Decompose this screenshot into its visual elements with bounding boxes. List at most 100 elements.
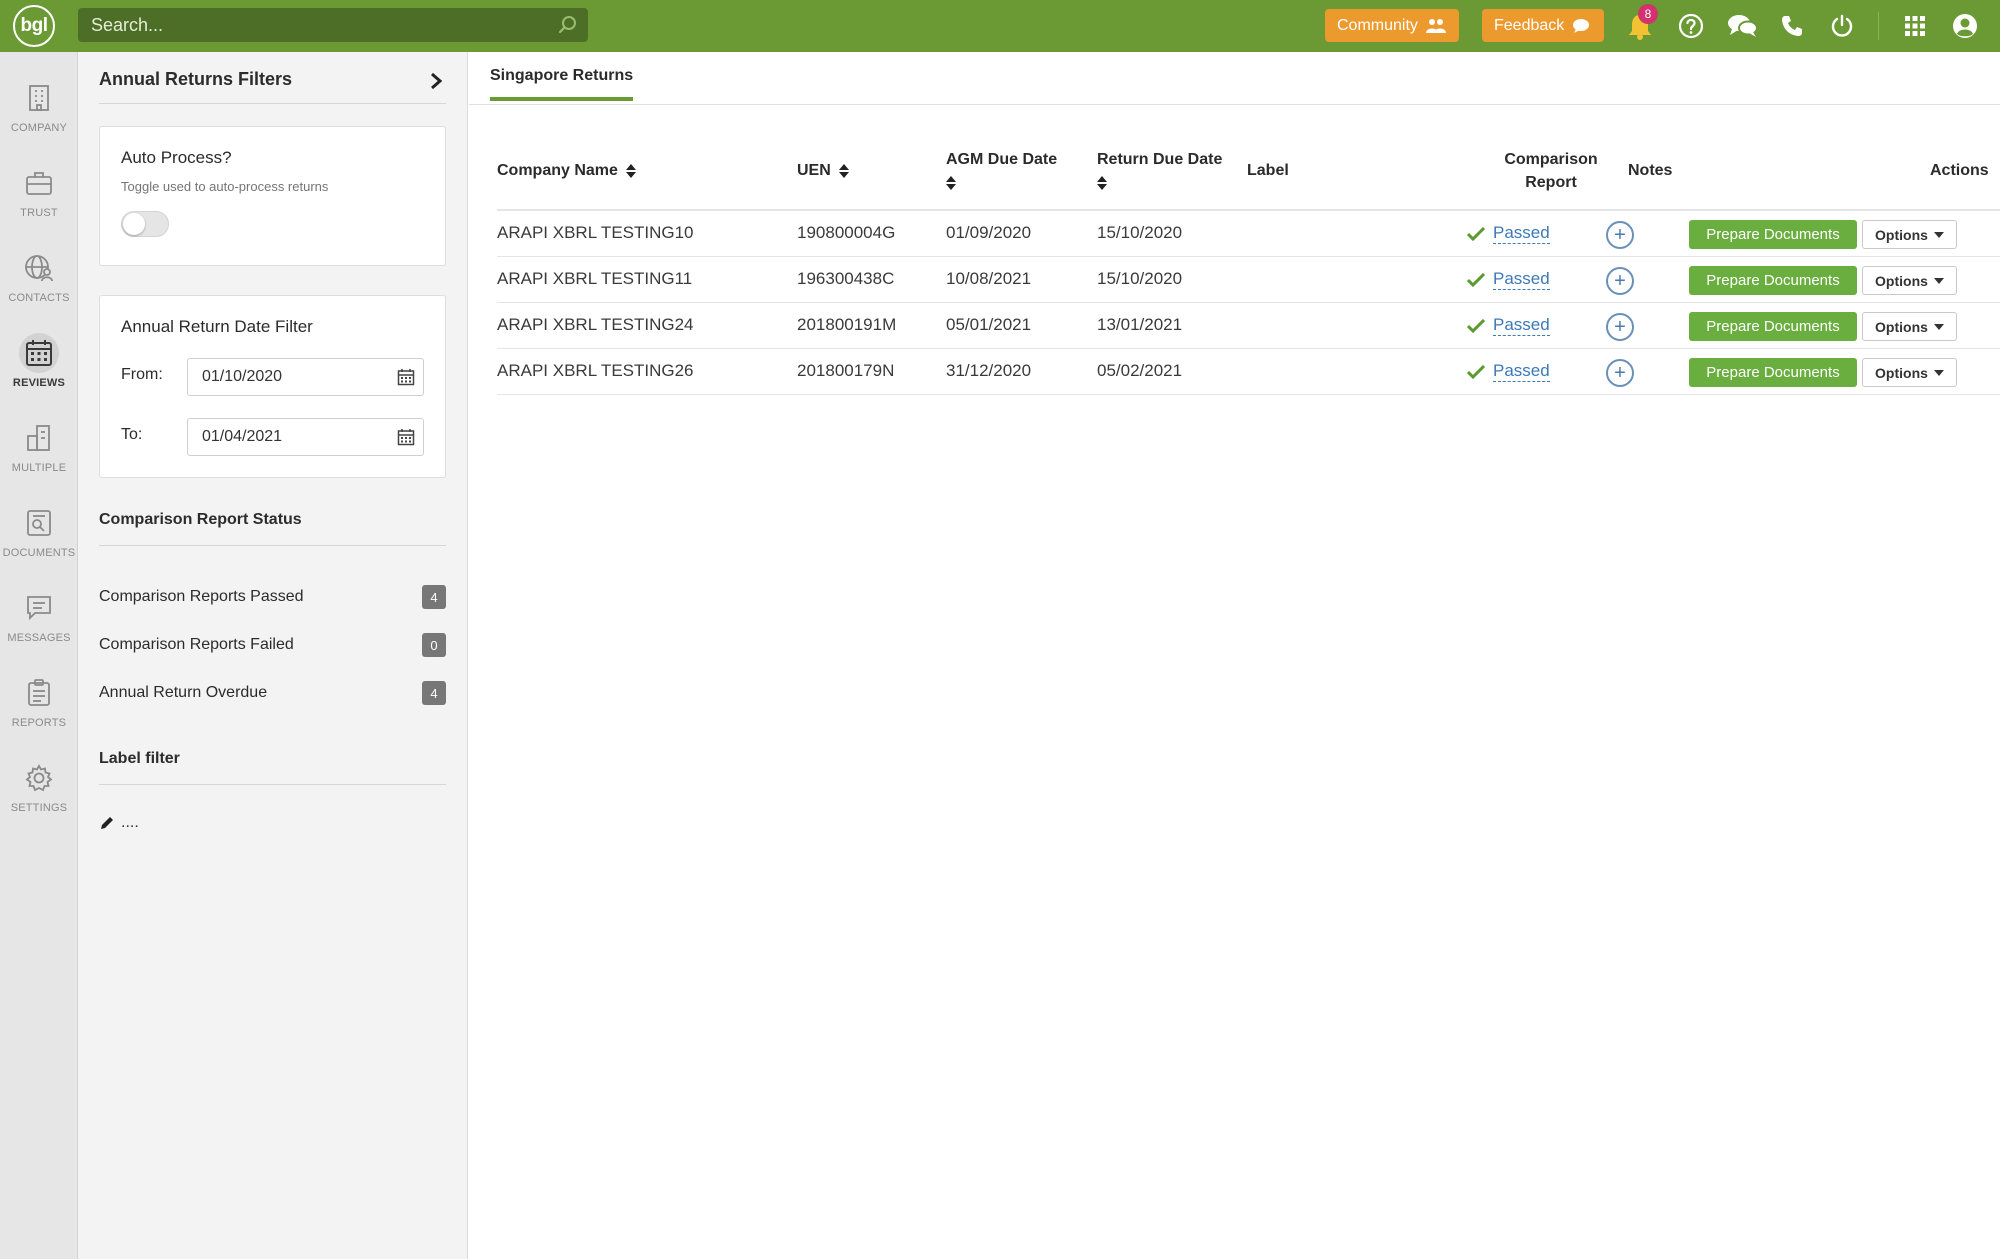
feedback-button[interactable]: Feedback: [1482, 9, 1604, 42]
status-filter-overdue[interactable]: Annual Return Overdue 4: [99, 680, 446, 706]
add-note-plus-icon[interactable]: +: [1606, 267, 1634, 295]
toggle-knob: [123, 213, 145, 235]
add-note-plus-icon[interactable]: +: [1606, 221, 1634, 249]
globe-person-icon: [19, 248, 59, 288]
options-dropdown-button[interactable]: Options: [1862, 358, 1957, 387]
company-name-cell[interactable]: ARAPI XBRL TESTING11: [497, 269, 692, 289]
column-header-company[interactable]: Company Name: [497, 159, 637, 182]
status-count-badge: 4: [422, 681, 446, 705]
divider: [99, 545, 446, 546]
prepare-documents-button[interactable]: Prepare Documents: [1689, 266, 1857, 295]
status-filter-failed[interactable]: Comparison Reports Failed 0: [99, 632, 446, 658]
column-header-uen[interactable]: UEN: [797, 159, 850, 182]
header-label: Company Name: [497, 162, 618, 179]
date-filter-title: Annual Return Date Filter: [121, 317, 313, 336]
nav-multiple[interactable]: MULTIPLE: [0, 410, 78, 488]
tab-singapore-returns[interactable]: Singapore Returns: [490, 67, 634, 101]
prepare-documents-button[interactable]: Prepare Documents: [1689, 220, 1857, 249]
calendar-icon: [19, 333, 59, 373]
sort-icon: [946, 175, 956, 190]
column-header-return-due[interactable]: Return Due Date: [1097, 148, 1222, 194]
comparison-report-link[interactable]: Passed: [1493, 315, 1550, 336]
nav-label: DOCUMENTS: [2, 547, 76, 559]
search-box: [78, 8, 588, 42]
sort-icon: [626, 163, 637, 178]
header-label: Return Due Date: [1097, 151, 1223, 168]
collapse-chevron-right-icon[interactable]: [428, 72, 444, 90]
caret-down-icon: [1933, 231, 1944, 238]
column-header-notes: Notes: [1628, 162, 1673, 179]
caret-down-icon: [1933, 323, 1944, 330]
apps-grid-icon[interactable]: [1900, 11, 1930, 41]
filters-panel: Annual Returns Filters Auto Process? Tog…: [78, 52, 468, 1259]
nav-reviews[interactable]: REVIEWS: [0, 325, 78, 403]
options-dropdown-button[interactable]: Options: [1862, 220, 1957, 249]
chat-icon[interactable]: [1726, 11, 1760, 41]
comparison-status: Passed: [1467, 223, 1550, 244]
user-account-icon[interactable]: [1950, 11, 1980, 41]
uen-cell: 190800004G: [797, 223, 896, 242]
label-filter-edit[interactable]: ....: [99, 814, 139, 832]
sort-icon: [839, 163, 850, 178]
status-section-title: Comparison Report Status: [99, 511, 302, 528]
to-date-input[interactable]: 01/04/2021: [187, 418, 424, 456]
options-dropdown-button[interactable]: Options: [1862, 266, 1957, 295]
table-row: ARAPI XBRL TESTING24 201800191M 05/01/20…: [497, 303, 2000, 349]
to-label: To:: [121, 426, 143, 443]
briefcase-icon: [19, 163, 59, 203]
community-button[interactable]: Community: [1325, 9, 1459, 42]
header-label: Report: [1525, 174, 1577, 191]
from-date-input[interactable]: 01/10/2020: [187, 358, 424, 396]
add-note-plus-icon[interactable]: +: [1606, 359, 1634, 387]
multiple-buildings-icon: [19, 418, 59, 458]
return-due-cell: 13/01/2021: [1097, 315, 1183, 334]
comparison-report-link[interactable]: Passed: [1493, 269, 1550, 290]
auto-process-toggle[interactable]: [121, 211, 169, 237]
prepare-documents-button[interactable]: Prepare Documents: [1689, 358, 1857, 387]
comparison-report-link[interactable]: Passed: [1493, 361, 1550, 382]
to-date-value: 01/04/2021: [202, 428, 283, 445]
chat-bubble-icon: [1573, 18, 1590, 33]
document-icon: [19, 503, 59, 543]
comparison-status: Passed: [1467, 361, 1550, 382]
divider: [99, 784, 446, 785]
calendar-icon[interactable]: [397, 368, 415, 386]
status-count-badge: 0: [422, 633, 446, 657]
checkmark-icon: [1467, 364, 1485, 379]
nav-company[interactable]: COMPANY: [0, 70, 78, 148]
nav-label: REPORTS: [11, 717, 67, 729]
search-icon[interactable]: [558, 15, 578, 35]
uen-cell: 201800179N: [797, 361, 895, 380]
nav-trust[interactable]: TRUST: [0, 155, 78, 233]
calendar-icon[interactable]: [397, 428, 415, 446]
company-name-cell[interactable]: ARAPI XBRL TESTING26: [497, 361, 694, 381]
from-date-value: 01/10/2020: [202, 368, 283, 385]
sort-icon: [1097, 175, 1107, 190]
checkmark-icon: [1467, 226, 1485, 241]
nav-settings[interactable]: SETTINGS: [0, 750, 78, 828]
bgl-logo[interactable]: bgl: [13, 5, 55, 47]
notification-count-badge: 8: [1638, 4, 1658, 24]
nav-reports[interactable]: REPORTS: [0, 665, 78, 743]
company-name-cell[interactable]: ARAPI XBRL TESTING24: [497, 315, 694, 335]
phone-icon[interactable]: [1777, 11, 1807, 41]
nav-documents[interactable]: DOCUMENTS: [0, 495, 78, 573]
power-icon[interactable]: [1827, 11, 1857, 41]
checkmark-icon: [1467, 318, 1485, 333]
options-dropdown-button[interactable]: Options: [1862, 312, 1957, 341]
prepare-documents-button[interactable]: Prepare Documents: [1689, 312, 1857, 341]
nav-contacts[interactable]: CONTACTS: [0, 240, 78, 318]
comparison-report-link[interactable]: Passed: [1493, 223, 1550, 244]
nav-messages[interactable]: MESSAGES: [0, 580, 78, 658]
top-bar: bgl Community Feedback 8: [0, 0, 2000, 52]
company-name-cell[interactable]: ARAPI XBRL TESTING10: [497, 223, 694, 243]
nav-label: REVIEWS: [12, 377, 66, 389]
search-input[interactable]: [91, 14, 551, 36]
nav-label: TRUST: [20, 207, 58, 219]
status-label: Annual Return Overdue: [99, 684, 268, 701]
add-note-plus-icon[interactable]: +: [1606, 313, 1634, 341]
options-label: Options: [1875, 364, 1928, 381]
status-filter-passed[interactable]: Comparison Reports Passed 4: [99, 584, 446, 610]
column-header-agm-due[interactable]: AGM Due Date: [946, 148, 1057, 194]
help-icon[interactable]: [1676, 11, 1706, 41]
